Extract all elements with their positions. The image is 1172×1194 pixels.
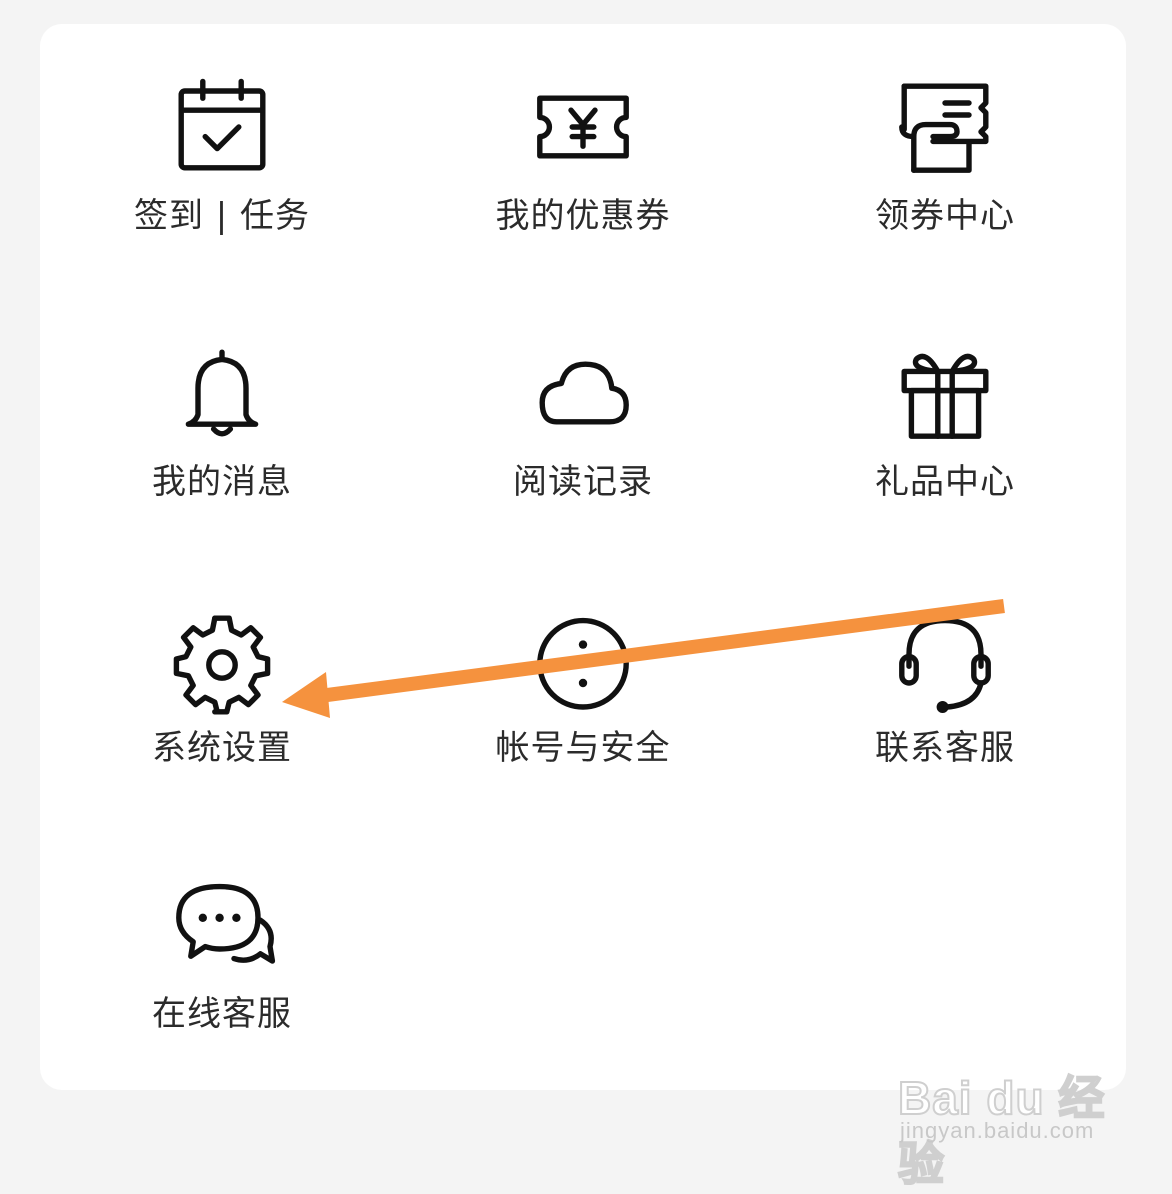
menu-item-label: 领券中心 bbox=[875, 196, 1015, 236]
menu-item-label: 礼品中心 bbox=[875, 462, 1015, 502]
menu-item-account-security[interactable]: 帐号与安全 bbox=[433, 604, 733, 834]
menu-item-checkin-tasks[interactable]: 签到 | 任务 bbox=[72, 72, 372, 302]
headset-icon bbox=[795, 604, 1095, 714]
menu-item-label: 帐号与安全 bbox=[495, 728, 671, 768]
menu-item-gift-center[interactable]: 礼品中心 bbox=[795, 338, 1095, 568]
menu-item-label: 我的消息 bbox=[152, 462, 292, 502]
menu-item-coupon-center[interactable]: 领券中心 bbox=[795, 72, 1095, 302]
menu-item-label: 联系客服 bbox=[875, 728, 1015, 768]
baidu-watermark: Bai du 经验 jingyan.baidu.com bbox=[890, 1040, 1120, 1191]
menu-item-label: 我的优惠券 bbox=[495, 196, 671, 236]
menu-item-reading-history[interactable]: 阅读记录 bbox=[433, 338, 733, 568]
coupon-icon bbox=[433, 72, 733, 182]
menu-item-online-service[interactable]: 在线客服 bbox=[72, 870, 372, 1100]
gift-icon bbox=[795, 338, 1095, 448]
menu-item-label: 阅读记录 bbox=[513, 462, 653, 502]
menu-item-my-messages[interactable]: 我的消息 bbox=[72, 338, 372, 568]
menu-item-contact-service[interactable]: 联系客服 bbox=[795, 604, 1095, 834]
receive-coupon-icon bbox=[795, 72, 1095, 182]
menu-item-label: 系统设置 bbox=[152, 728, 292, 768]
more-vertical-icon bbox=[433, 604, 733, 714]
calendar-check-icon bbox=[72, 72, 372, 182]
menu-item-system-settings[interactable]: 系统设置 bbox=[72, 604, 372, 834]
menu-item-label: 在线客服 bbox=[152, 994, 292, 1034]
gear-icon bbox=[72, 604, 372, 715]
bell-icon bbox=[72, 338, 372, 448]
menu-item-label: 签到 | 任务 bbox=[133, 196, 311, 236]
menu-card: 签到 | 任务 我的优惠券 领券中心 我的消息 阅读记录 礼品中心 系统设置 帐… bbox=[40, 24, 1126, 1090]
watermark-url: jingyan.baidu.com bbox=[900, 1118, 1095, 1143]
cloud-icon bbox=[433, 338, 733, 448]
chat-bubbles-icon bbox=[72, 870, 372, 980]
menu-item-my-coupons[interactable]: 我的优惠券 bbox=[433, 72, 733, 302]
